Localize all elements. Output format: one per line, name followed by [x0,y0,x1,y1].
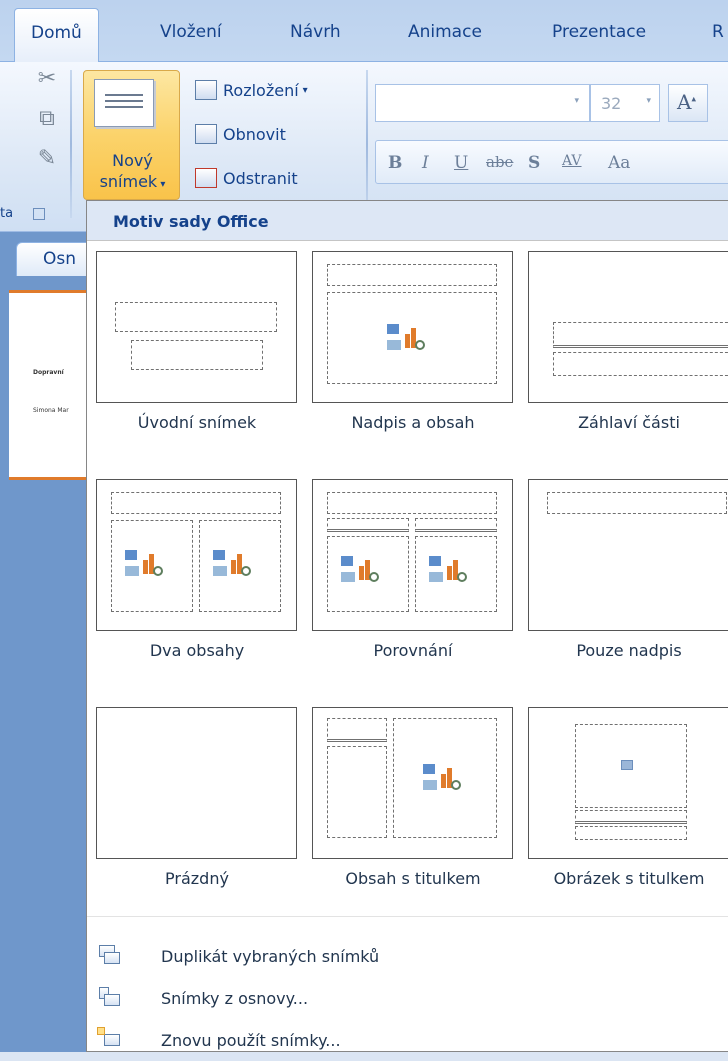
chevron-down-icon: ▾ [302,84,308,96]
layout-caption: Obrázek s titulkem [553,869,705,888]
shadow-button[interactable]: S [528,153,540,173]
copy-icon[interactable]: ⧉ [32,106,62,136]
ribbon-tab-bar: Domů Vložení Návrh Animace Prezentace R [0,0,728,64]
layout-preview [312,479,513,631]
reuse-slides-icon [97,1027,123,1053]
layout-preview [96,707,297,859]
duplicate-slides-icon [97,943,123,969]
character-spacing-button[interactable]: AV [562,153,582,169]
layout-caption: Záhlaví části [578,413,680,432]
content-placeholder-icon [341,556,381,582]
layout-caption: Pouze nadpis [576,641,682,660]
thumbnail-subtitle: Simona Mar [33,407,69,414]
font-name-field[interactable]: ▾ [375,84,590,122]
chevron-down-icon: ▾ [646,96,651,106]
slide-thumbnail[interactable]: Dopravní Simona Mar [9,290,86,480]
new-slide-label-1: Nový [112,151,153,170]
cut-icon[interactable]: ✂ [32,66,62,96]
change-case-button[interactable]: Aa [608,153,630,173]
layout-caption: Prázdný [165,869,229,888]
layout-preview [528,251,728,403]
chevron-down-icon: ▾ [157,179,166,190]
layout-blank[interactable]: Prázdný [87,707,297,917]
layout-preview [96,251,297,403]
layout-comparison[interactable]: Porovnání [303,479,513,689]
strikethrough-button[interactable]: abe [486,153,513,171]
thumbnail-title: Dopravní [33,369,64,376]
delete-icon [195,168,217,188]
tab-slideshow[interactable]: Prezentace [552,22,646,42]
reset-icon [195,124,217,144]
font-size-field[interactable]: 32 ▾ [590,84,660,122]
layout-caption: Obsah s titulkem [345,869,481,888]
delete-button[interactable]: Odstranit [195,168,298,188]
layout-button[interactable]: Rozložení ▾ [195,80,308,100]
chevron-down-icon: ▾ [574,96,579,106]
underline-button[interactable]: U [454,153,468,173]
tab-outline[interactable]: Osn [16,242,96,276]
layout-preview [528,707,728,859]
menu-item-duplicate-slides[interactable]: Duplikát vybraných snímků [87,935,728,977]
group-separator [366,70,368,218]
content-placeholder-icon [429,556,469,582]
theme-heading: Motiv sady Office [87,201,728,241]
layout-title-only[interactable]: Pouze nadpis [519,479,728,689]
tab-insert[interactable]: Vložení [160,22,222,42]
layout-caption: Úvodní snímek [137,413,257,432]
tab-design[interactable]: Návrh [290,22,341,42]
new-slide-button[interactable]: Nový snímek ▾ [83,70,180,200]
bold-button[interactable]: B [388,153,402,173]
slides-from-outline-icon [97,985,123,1011]
group-footer-label: ta [0,206,46,221]
layout-caption: Nadpis a obsah [351,413,475,432]
tab-review[interactable]: R [712,22,724,42]
layout-caption: Dva obsahy [149,641,245,660]
layout-caption: Porovnání [373,641,453,660]
content-placeholder-icon [213,550,253,576]
content-placeholder-icon [387,324,427,350]
picture-placeholder-icon [621,760,633,770]
dialog-launcher-icon[interactable] [33,207,46,220]
layout-title-slide[interactable]: Úvodní snímek [87,251,297,461]
content-placeholder-icon [423,764,463,790]
tab-home[interactable]: Domů [14,8,99,64]
font-format-toolbar: B I U abe S AV Aa [375,140,728,184]
layout-title-content[interactable]: Nadpis a obsah [303,251,513,461]
format-painter-icon[interactable]: ✎ [32,146,62,176]
layout-two-content[interactable]: Dva obsahy [87,479,297,689]
layout-preview [528,479,728,631]
grow-font-button[interactable]: A▴ [668,84,708,122]
layout-icon [195,80,217,100]
group-separator [70,70,72,218]
new-slide-icon [94,79,154,127]
layout-preview [312,707,513,859]
layout-section-header[interactable]: Záhlaví části [519,251,728,461]
tab-animations[interactable]: Animace [408,22,482,42]
italic-button[interactable]: I [422,153,429,173]
menu-separator [87,916,728,917]
menu-item-slides-from-outline[interactable]: Snímky z osnovy... [87,977,728,1019]
layout-preview [96,479,297,631]
layout-content-with-caption[interactable]: Obsah s titulkem [303,707,513,917]
menu-item-reuse-slides[interactable]: Znovu použít snímky... [87,1019,728,1061]
new-slide-label-2: snímek ▾ [99,172,166,191]
layout-preview [312,251,513,403]
reset-button[interactable]: Obnovit [195,124,286,144]
layout-picture-with-caption[interactable]: Obrázek s titulkem [519,707,728,917]
new-slide-dropdown: Motiv sady Office Úvodní snímek Nadpis a… [86,200,728,1052]
content-placeholder-icon [125,550,165,576]
